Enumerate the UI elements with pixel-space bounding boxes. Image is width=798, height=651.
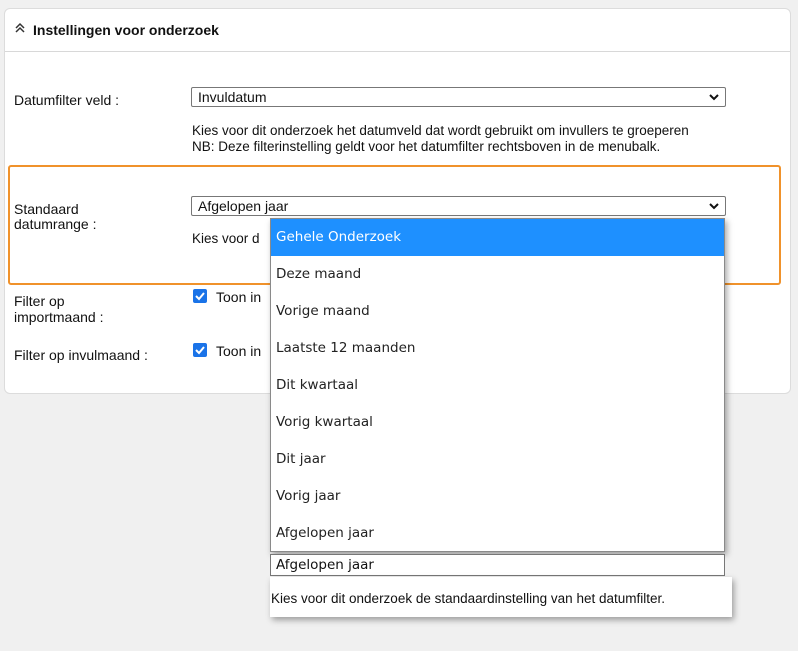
- ghost-select-value: Afgelopen jaar: [276, 557, 374, 573]
- datumrange-label-1: Standaard: [14, 201, 79, 217]
- dropdown-option[interactable]: Dit kwartaal: [271, 367, 724, 404]
- invulmaand-checkbox[interactable]: [193, 343, 207, 357]
- invulmaand-label: Filter op invulmaand :: [14, 347, 148, 363]
- datumfilter-select[interactable]: Invuldatum: [191, 87, 726, 107]
- invulmaand-text: Toon in: [216, 343, 262, 359]
- dropdown-option[interactable]: Gehele Onderzoek: [271, 219, 724, 256]
- double-chevron-up-icon[interactable]: [13, 21, 27, 35]
- datumfilter-help-2: NB: Deze filterinstelling geldt voor het…: [192, 139, 661, 154]
- ghost-help-preview: Kies voor dit onderzoek de standaardinst…: [270, 577, 732, 617]
- datumfilter-value: Invuldatum: [198, 89, 267, 105]
- datumfilter-label: Datumfilter veld :: [14, 92, 120, 108]
- checkmark-icon: [195, 292, 205, 301]
- checkmark-icon: [195, 346, 205, 355]
- importmaand-checkbox[interactable]: [193, 289, 207, 303]
- ghost-help-text: Kies voor dit onderzoek de standaardinst…: [271, 591, 665, 606]
- datumfilter-help-1: Kies voor dit onderzoek het datumveld da…: [192, 123, 689, 138]
- panel-title: Instellingen voor onderzoek: [33, 22, 219, 38]
- dropdown-option[interactable]: Deze maand: [271, 256, 724, 293]
- ghost-select-preview: Afgelopen jaar: [270, 554, 725, 576]
- chevron-down-icon: [709, 94, 719, 101]
- panel-header[interactable]: Instellingen voor onderzoek: [5, 9, 790, 52]
- datumrange-select[interactable]: Afgelopen jaar: [191, 196, 726, 216]
- dropdown-option[interactable]: Vorig jaar: [271, 478, 724, 515]
- importmaand-text: Toon in: [216, 289, 262, 305]
- dropdown-option[interactable]: Vorige maand: [271, 293, 724, 330]
- importmaand-label-1: Filter op: [14, 293, 65, 309]
- chevron-down-icon: [709, 203, 719, 210]
- dropdown-option[interactable]: Vorig kwartaal: [271, 404, 724, 441]
- datumrange-value: Afgelopen jaar: [198, 198, 289, 214]
- datumrange-label-2: datumrange :: [14, 216, 97, 232]
- dropdown-option[interactable]: Laatste 12 maanden: [271, 330, 724, 367]
- dropdown-option[interactable]: Dit jaar: [271, 441, 724, 478]
- dropdown-option[interactable]: Afgelopen jaar: [271, 515, 724, 552]
- importmaand-label-2: importmaand :: [14, 309, 104, 325]
- datumrange-dropdown-list[interactable]: Gehele Onderzoek Deze maand Vorige maand…: [270, 218, 725, 552]
- datumrange-help: Kies voor d: [192, 231, 260, 246]
